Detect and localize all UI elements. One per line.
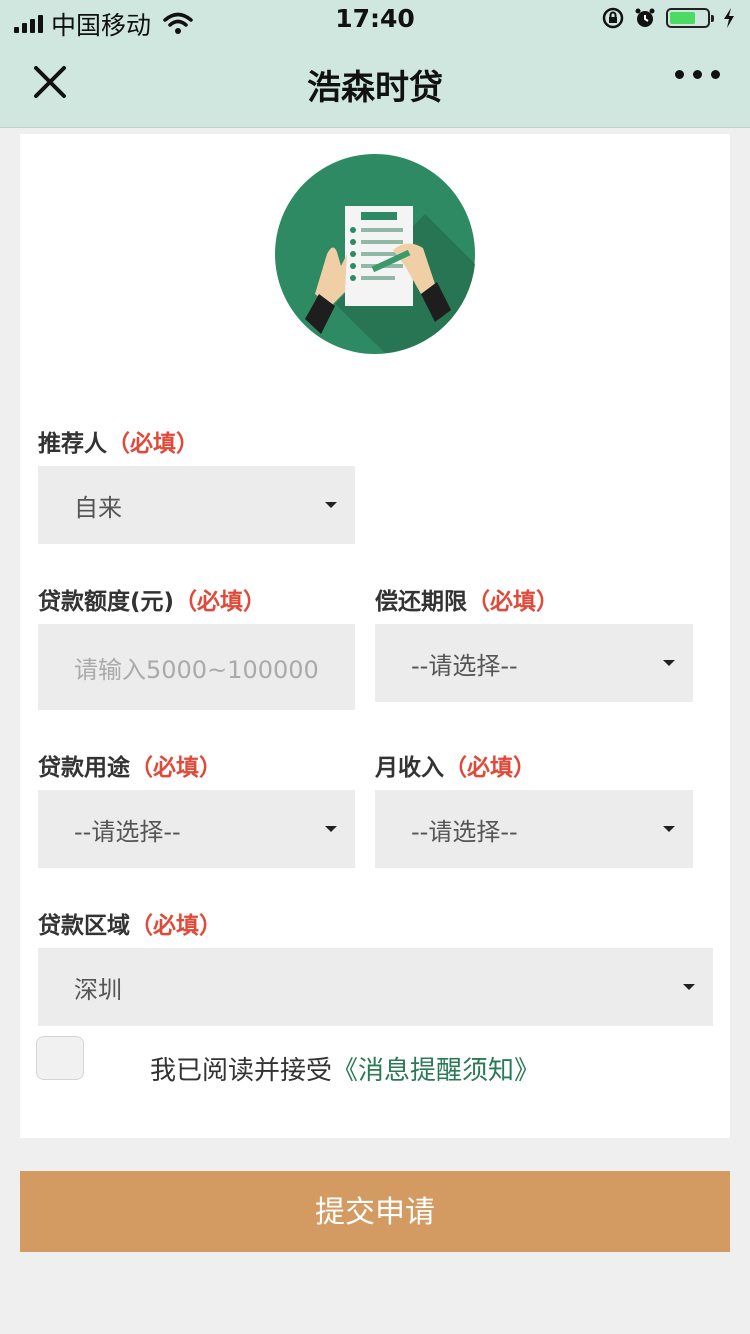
referrer-select[interactable]: 自来 [38, 466, 355, 544]
loan-amount-placeholder: 请输入5000~100000 [74, 655, 319, 684]
page-title: 浩森时贷 [307, 68, 443, 108]
dropdown-caret-icon [683, 984, 695, 990]
header: 中国移动 17:40 浩森时贷 [0, 0, 750, 128]
loan-amount-input[interactable]: 请输入5000~100000 [38, 624, 355, 710]
status-bar: 中国移动 17:40 [0, 0, 750, 40]
form-card: 推荐人（必填） 自来 贷款额度(元)（必填） 请输入5000~100000 偿还… [20, 134, 730, 1138]
required-tag: （必填） [467, 589, 559, 615]
status-right [602, 7, 736, 29]
required-tag: （必填） [130, 755, 222, 781]
submit-button[interactable]: 提交申请 [20, 1171, 730, 1252]
alarm-icon [635, 8, 655, 27]
application-form-icon [275, 154, 475, 354]
referrer-value: 自来 [74, 493, 122, 522]
lock-rotation-icon [602, 7, 624, 29]
required-tag: （必填） [107, 431, 199, 457]
dropdown-caret-icon [325, 502, 337, 508]
agreement-text: 我已阅读并接受《消息提醒须知》 [150, 1056, 541, 1086]
loan-region-select[interactable]: 深圳 [38, 948, 713, 1026]
dropdown-caret-icon [663, 660, 675, 666]
loan-region-label: 贷款区域（必填） [38, 913, 222, 939]
dropdown-caret-icon [663, 826, 675, 832]
more-icon[interactable] [675, 70, 720, 79]
battery-icon [666, 8, 714, 28]
agreement-link[interactable]: 《消息提醒须知》 [332, 1056, 540, 1086]
required-tag: （必填） [174, 589, 267, 615]
nav-bar: 浩森时贷 [0, 40, 750, 127]
loan-purpose-value: --请选择-- [74, 817, 181, 846]
repay-term-value: --请选择-- [411, 651, 518, 680]
repay-term-select[interactable]: --请选择-- [375, 624, 693, 702]
agreement-checkbox[interactable] [36, 1036, 84, 1080]
required-tag: （必填） [444, 755, 536, 781]
loan-purpose-select[interactable]: --请选择-- [38, 790, 355, 868]
required-tag: （必填） [130, 913, 222, 939]
charging-icon [724, 8, 734, 28]
dropdown-caret-icon [325, 826, 337, 832]
loan-region-value: 深圳 [74, 975, 122, 1004]
loan-amount-label: 贷款额度(元)（必填） [38, 589, 267, 615]
loan-purpose-label: 贷款用途（必填） [38, 755, 222, 781]
monthly-income-select[interactable]: --请选择-- [375, 790, 693, 868]
monthly-income-value: --请选择-- [411, 817, 518, 846]
repay-term-label: 偿还期限（必填） [375, 589, 559, 615]
monthly-income-label: 月收入（必填） [375, 755, 536, 781]
referrer-label: 推荐人（必填） [38, 431, 199, 457]
